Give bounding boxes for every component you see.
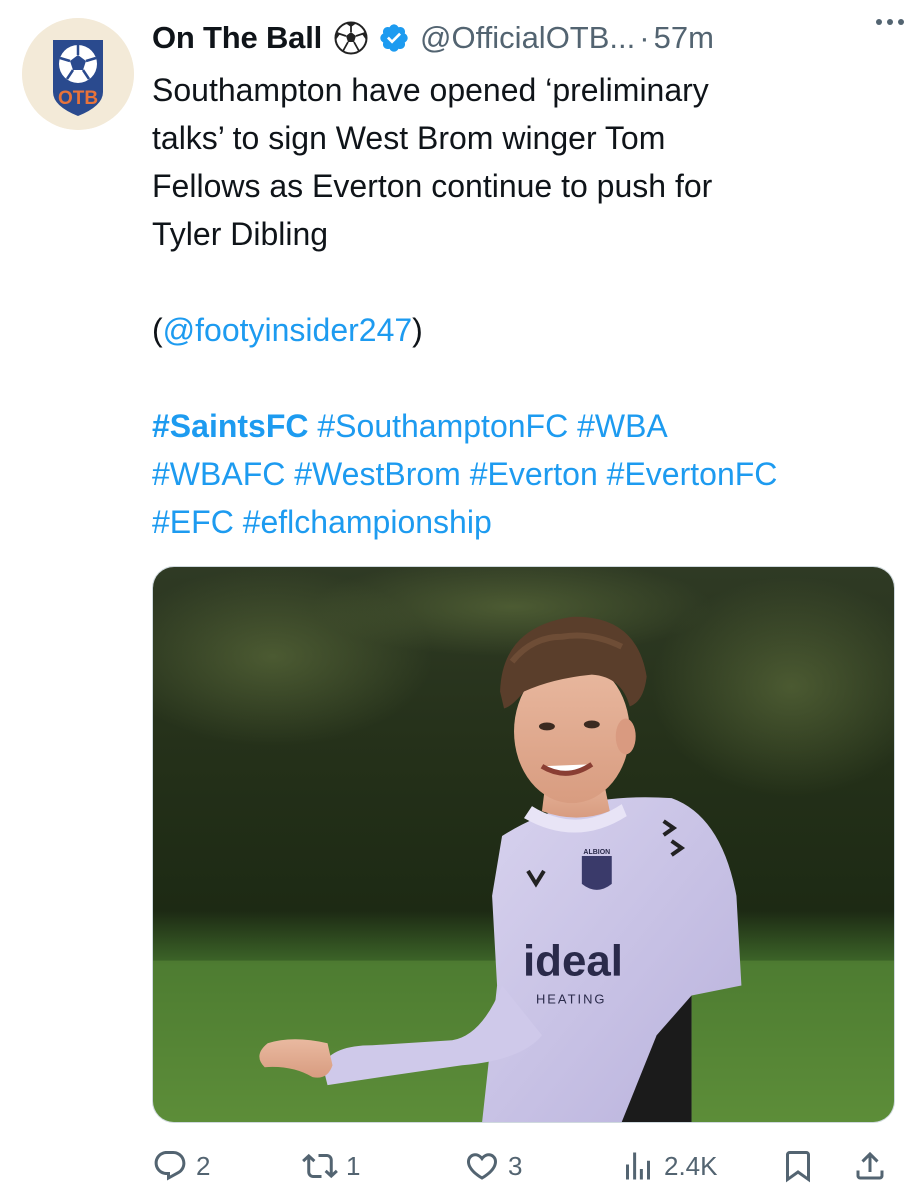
timestamp[interactable]: 57m bbox=[654, 20, 714, 56]
more-icon[interactable] bbox=[870, 6, 910, 38]
share-icon bbox=[856, 1151, 884, 1180]
dot-separator: · bbox=[639, 20, 650, 55]
text-line: Tyler Dibling bbox=[152, 216, 329, 252]
verified-badge-icon[interactable] bbox=[378, 22, 410, 54]
svg-text:ideal: ideal bbox=[523, 937, 623, 986]
svg-text:ALBION: ALBION bbox=[583, 849, 610, 856]
display-name[interactable]: On The Ball bbox=[152, 20, 322, 56]
otb-logo: OTB bbox=[22, 18, 134, 130]
text-line: Fellows as Everton continue to push for bbox=[152, 168, 713, 204]
avatar[interactable]: OTB bbox=[22, 18, 134, 130]
hashtag-link[interactable]: #EFC bbox=[152, 504, 234, 540]
author-handle[interactable]: @OfficialOTB... bbox=[420, 20, 635, 56]
tweet-card[interactable]: OTB On The Ball @OfficialOTB... · 57m So… bbox=[0, 0, 916, 1200]
hashtag-link[interactable]: #SouthamptonFC bbox=[317, 408, 568, 444]
hashtag-line: #SaintsFC #SouthamptonFC #WBA bbox=[152, 402, 902, 450]
hashtag-link[interactable]: #WestBrom bbox=[294, 456, 461, 492]
repost-icon bbox=[302, 1153, 338, 1179]
reply-button[interactable]: 2 bbox=[152, 1142, 210, 1190]
source-line: (@footyinsider247) bbox=[152, 306, 902, 354]
tweet-media-image[interactable]: ideal HEATING ALBION bbox=[152, 566, 895, 1123]
like-button[interactable]: 3 bbox=[464, 1142, 522, 1190]
text-line: Southampton have opened ‘preliminary bbox=[152, 72, 709, 108]
repost-button[interactable]: 1 bbox=[302, 1142, 360, 1190]
action-bar: 2 1 3 2.4K bbox=[152, 1142, 902, 1190]
bookmark-button[interactable] bbox=[780, 1142, 816, 1190]
source-open-paren: ( bbox=[152, 312, 163, 348]
soccer-ball-icon bbox=[334, 21, 368, 55]
hashtag-link[interactable]: #EvertonFC bbox=[607, 456, 778, 492]
views-button[interactable]: 2.4K bbox=[620, 1142, 718, 1190]
views-icon bbox=[626, 1152, 650, 1180]
like-count: 3 bbox=[508, 1150, 523, 1181]
views-count: 2.4K bbox=[664, 1150, 718, 1181]
hashtag-link[interactable]: #eflchampionship bbox=[243, 504, 492, 540]
hashtag-line: #EFC #eflchampionship bbox=[152, 498, 902, 546]
hashtag-link[interactable]: #Everton bbox=[470, 456, 598, 492]
hashtag-link[interactable]: #SaintsFC bbox=[152, 408, 308, 444]
svg-text:HEATING: HEATING bbox=[536, 991, 607, 1006]
source-mention-link[interactable]: @footyinsider247 bbox=[163, 312, 413, 348]
share-button[interactable] bbox=[852, 1142, 888, 1190]
like-icon bbox=[466, 1153, 498, 1180]
tweet-header: On The Ball @OfficialOTB... · 57m bbox=[152, 14, 902, 62]
tweet-text: Southampton have opened ‘preliminary tal… bbox=[152, 66, 902, 546]
bookmark-icon bbox=[786, 1151, 810, 1183]
svg-text:OTB: OTB bbox=[58, 88, 98, 109]
text-line: talks’ to sign West Brom winger Tom bbox=[152, 120, 666, 156]
hashtag-link[interactable]: #WBA bbox=[577, 408, 668, 444]
source-close-paren: ) bbox=[412, 312, 423, 348]
hashtag-line: #WBAFC #WestBrom #Everton #EvertonFC bbox=[152, 450, 902, 498]
reply-count: 2 bbox=[196, 1150, 211, 1181]
hashtag-link[interactable]: #WBAFC bbox=[152, 456, 285, 492]
reply-icon bbox=[154, 1151, 186, 1181]
repost-count: 1 bbox=[346, 1150, 361, 1181]
